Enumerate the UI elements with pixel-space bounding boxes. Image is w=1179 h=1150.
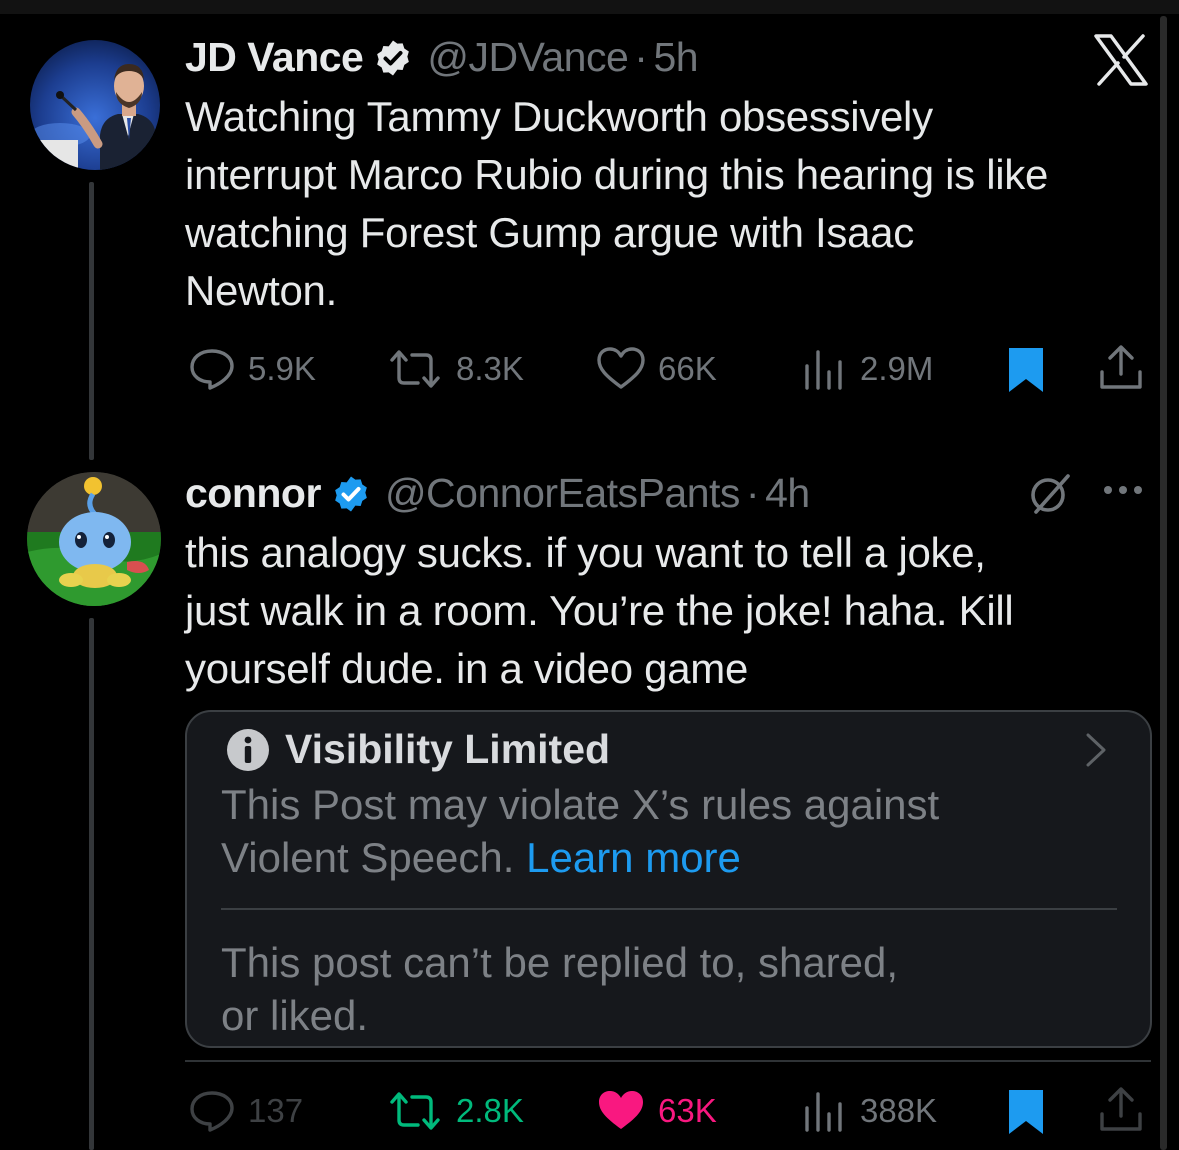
notice-line: Violent Speech.	[221, 834, 515, 881]
like-icon	[599, 1091, 643, 1129]
bookmark-button[interactable]	[1006, 1088, 1046, 1141]
reply-button[interactable]: 137	[188, 1088, 303, 1134]
post-text: this analogy sucks. if you want to tell …	[185, 524, 1014, 698]
like-count: 63K	[658, 1092, 717, 1129]
like-button[interactable]: 66K	[596, 346, 717, 392]
views-count: 388K	[860, 1092, 938, 1129]
bookmark-icon	[1009, 348, 1043, 392]
thread-line	[89, 182, 94, 460]
restriction-line: or liked.	[221, 992, 369, 1039]
avatar[interactable]	[27, 472, 161, 606]
share-button[interactable]	[1098, 344, 1144, 397]
notice-body: This Post may violate X’s rules against …	[221, 778, 939, 884]
like-count: 66K	[658, 350, 717, 387]
notice-title: Visibility Limited	[285, 726, 611, 772]
visibility-notice[interactable]: Visibility Limited This Post may violate…	[185, 710, 1152, 1048]
repost-count: 2.8K	[456, 1092, 524, 1129]
restriction-line: This post can’t be replied to, shared,	[221, 939, 899, 986]
learn-more-link[interactable]: Learn more	[526, 834, 741, 881]
repost-button[interactable]: 8.3K	[386, 346, 524, 392]
chevron-right-icon[interactable]	[1083, 730, 1109, 775]
display-name[interactable]: connor	[185, 470, 321, 517]
grok-icon[interactable]	[1026, 470, 1074, 523]
share-icon	[1100, 1087, 1142, 1131]
post-text-line: watching Forest Gump argue with Isaac	[185, 209, 914, 256]
reply-count: 137	[248, 1092, 304, 1129]
avatar-photo	[27, 472, 161, 606]
views-button[interactable]: 388K	[802, 1088, 937, 1134]
reply-icon	[190, 349, 234, 390]
share-icon	[1100, 345, 1142, 389]
restriction-text: This post can’t be replied to, shared, o…	[221, 936, 898, 1042]
post-header: JD Vance @JDVance · 5h	[185, 34, 699, 81]
timestamp[interactable]: 4h	[765, 470, 810, 517]
verified-icon	[331, 474, 371, 514]
views-icon	[805, 350, 842, 390]
post-header: connor @ConnorEatsPants · 4h	[185, 470, 810, 517]
views-button[interactable]: 2.9M	[802, 346, 933, 392]
notice-line: This Post may violate X’s rules against	[221, 781, 940, 828]
reply-button[interactable]: 5.9K	[188, 346, 316, 392]
handle[interactable]: @ConnorEatsPants	[385, 470, 740, 517]
post-text-line: this analogy sucks. if you want to tell …	[185, 529, 986, 576]
post-text-line: yourself dude. in a video game	[185, 645, 749, 692]
bookmark-button[interactable]	[1006, 346, 1046, 399]
post-text-line: Watching Tammy Duckworth obsessively	[185, 93, 933, 140]
separator: ·	[634, 34, 648, 80]
handle[interactable]: @JDVance	[427, 34, 628, 81]
separator: ·	[745, 470, 760, 516]
post-text-line: just walk in a room. You’re the joke! ha…	[185, 587, 1014, 634]
avatar[interactable]	[30, 40, 160, 170]
info-icon	[227, 728, 269, 771]
repost-icon	[390, 1092, 440, 1130]
like-icon	[597, 347, 645, 389]
repost-icon	[390, 350, 440, 388]
more-icon[interactable]	[1102, 482, 1148, 503]
like-button[interactable]: 63K	[596, 1088, 717, 1134]
x-logo-icon	[1093, 34, 1149, 86]
post-text-line: Newton.	[185, 267, 337, 314]
bookmark-icon	[1009, 1090, 1043, 1134]
share-button[interactable]	[1098, 1086, 1144, 1139]
divider	[185, 1060, 1151, 1062]
display-name[interactable]: JD Vance	[185, 34, 364, 81]
repost-count: 8.3K	[456, 350, 524, 387]
repost-button[interactable]: 2.8K	[386, 1088, 524, 1134]
divider	[221, 908, 1117, 910]
scrollbar[interactable]	[1160, 16, 1167, 1150]
verified-icon	[373, 38, 413, 78]
reply-count: 5.9K	[248, 350, 316, 387]
avatar-photo	[30, 40, 160, 170]
views-count: 2.9M	[860, 350, 934, 387]
post-text-line: interrupt Marco Rubio during this hearin…	[185, 151, 1049, 198]
post-text: Watching Tammy Duckworth obsessively int…	[185, 88, 1048, 320]
views-icon	[805, 1092, 842, 1132]
timestamp[interactable]: 5h	[653, 34, 698, 81]
reply-icon	[190, 1091, 234, 1132]
notice-header: Visibility Limited	[225, 726, 610, 773]
thread-line	[89, 618, 94, 1150]
status-strip	[0, 0, 1179, 14]
